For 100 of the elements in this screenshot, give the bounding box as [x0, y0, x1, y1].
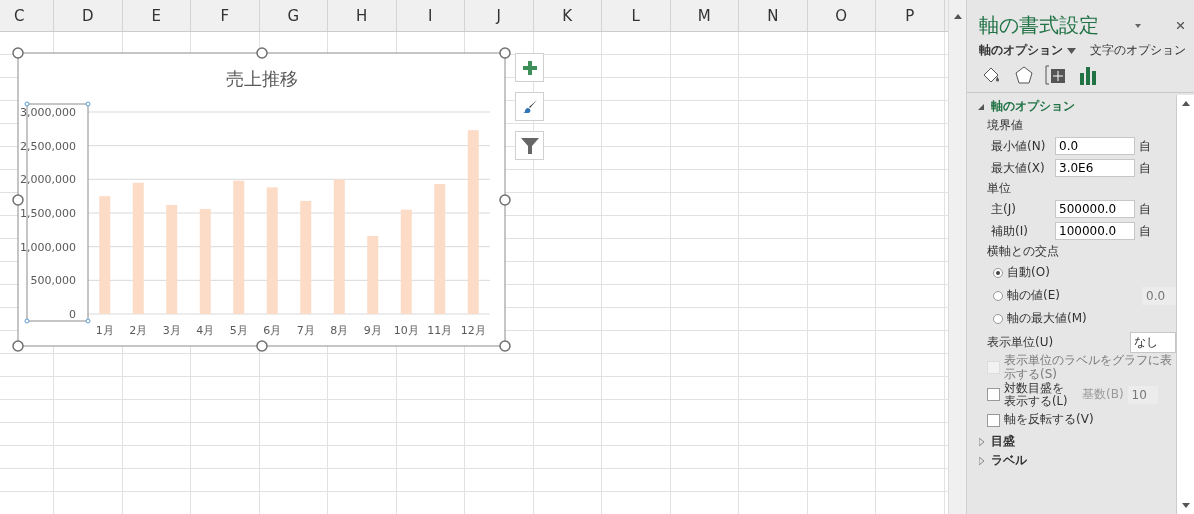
resize-handle[interactable]	[256, 340, 268, 352]
column-header[interactable]: L	[602, 0, 671, 31]
value-field[interactable]: 0.0	[1142, 286, 1176, 305]
resize-handle[interactable]	[499, 47, 511, 59]
axis-label: 5月	[229, 324, 248, 337]
value-field[interactable]: 10	[1127, 385, 1158, 404]
resize-handle[interactable]	[499, 194, 511, 206]
input-field[interactable]: 100000.0	[1055, 222, 1135, 240]
section-header[interactable]: 軸のオプション	[977, 97, 1176, 116]
field-label: 表示単位(U)	[987, 333, 1055, 351]
group-label: 単位	[986, 180, 1012, 197]
radio-label: 軸の値(E)	[1007, 287, 1061, 304]
column-header[interactable]: P	[876, 0, 945, 31]
field-label: 最小値(N)	[991, 137, 1047, 155]
axis-label: 1,500,000	[20, 207, 76, 220]
brush-icon	[521, 98, 538, 115]
section-header[interactable]: 目盛	[977, 432, 1176, 452]
axis-label: 12月	[460, 324, 486, 337]
chart-title: 売上推移	[226, 68, 298, 89]
axis-label: 3月	[162, 324, 181, 337]
radio-label: 軸の最大値(M)	[1007, 310, 1088, 327]
section-header[interactable]: ラベル	[977, 451, 1176, 471]
checkbox-label: 対数目盛を表示する(L)	[1004, 381, 1069, 409]
axis-label: 0	[69, 308, 76, 321]
resize-handle[interactable]	[256, 47, 268, 59]
axis-label: 3,000,000	[20, 106, 76, 119]
column-header[interactable]: I	[396, 0, 465, 31]
resize-handle[interactable]	[12, 340, 24, 352]
down-arrow-icon[interactable]	[1181, 503, 1190, 508]
column-header[interactable]: E	[122, 0, 191, 31]
collapsed-triangle-icon	[978, 456, 984, 465]
column-header[interactable]: G	[259, 0, 328, 31]
add-element-button[interactable]	[515, 53, 544, 82]
column-header[interactable]: K	[533, 0, 602, 31]
reset-button[interactable]: 自	[1139, 222, 1151, 240]
filter-icon	[520, 136, 539, 155]
checkbox-label: 表示単位のラベルをグラフに表示する(S)	[1004, 354, 1173, 382]
field-label: 主(J)	[991, 200, 1017, 218]
input-field[interactable]: 3.0E6	[1055, 159, 1135, 177]
radio-button[interactable]	[993, 267, 1003, 278]
up-arrow-icon	[953, 14, 962, 19]
size-icon	[1045, 65, 1067, 85]
resize-handle[interactable]	[12, 194, 24, 206]
checkbox-label: 軸を反転する(V)	[1004, 413, 1094, 427]
up-arrow-icon[interactable]	[1181, 101, 1190, 106]
caret-icon	[1067, 47, 1076, 54]
resize-handle[interactable]	[499, 340, 511, 352]
dropdown-field[interactable]: なし	[1130, 331, 1176, 353]
close-icon[interactable]	[1177, 22, 1184, 29]
axis-label: 10月	[393, 324, 419, 337]
column-header[interactable]: M	[670, 0, 739, 31]
reset-button[interactable]: 自	[1139, 137, 1151, 155]
axis-label: 500,000	[30, 274, 76, 288]
pane-title: 軸の書式設定	[979, 12, 1100, 39]
options-tab[interactable]: 文字のオプション	[1090, 43, 1186, 58]
axis-label: 2,000,000	[20, 173, 76, 187]
axis-label: 8月	[330, 324, 349, 337]
field-label: 基数(B)	[1082, 386, 1124, 404]
column-header[interactable]: D	[54, 0, 123, 31]
column-header[interactable]: H	[328, 0, 397, 31]
column-header[interactable]: C	[0, 0, 54, 31]
column-header[interactable]: J	[465, 0, 534, 31]
paint-bucket-icon	[982, 65, 1002, 85]
group-label: 境界値	[986, 117, 1024, 134]
field-label: 最大値(X)	[991, 159, 1046, 177]
radio-button[interactable]	[993, 313, 1003, 324]
caret-icon[interactable]	[1135, 23, 1141, 28]
checkbox[interactable]	[987, 388, 1000, 402]
axis-label: 7月	[296, 324, 315, 337]
collapsed-triangle-icon	[978, 437, 984, 446]
column-header[interactable]: F	[191, 0, 260, 31]
axis-label: 1月	[95, 324, 114, 337]
reset-button[interactable]: 自	[1139, 200, 1151, 218]
chart-filter-button[interactable]	[515, 131, 544, 160]
bar-chart-icon	[1078, 65, 1098, 85]
axis-label: 2,500,000	[20, 139, 76, 153]
axis-label: 6月	[263, 324, 282, 337]
vertical-scrollbar[interactable]	[948, 0, 966, 514]
chart-style-button[interactable]	[515, 92, 544, 121]
expanded-triangle-icon	[978, 103, 984, 110]
resize-handle[interactable]	[12, 47, 24, 59]
column-header[interactable]: N	[739, 0, 808, 31]
axis-label: 11月	[427, 324, 453, 337]
axis-label: 1,000,000	[20, 240, 76, 254]
vertical-scrollbar[interactable]	[1176, 95, 1194, 514]
input-field[interactable]: 0.0	[1055, 137, 1135, 155]
axis-label: 4月	[196, 324, 215, 337]
radio-button[interactable]	[993, 290, 1003, 301]
group-label: 横軸との交点	[986, 243, 1060, 260]
checkbox[interactable]	[987, 413, 1000, 427]
options-tab[interactable]: 軸のオプション	[979, 43, 1076, 58]
axis-label: 9月	[363, 324, 382, 337]
reset-button[interactable]: 自	[1139, 159, 1151, 177]
axis-label: 2月	[129, 324, 148, 337]
pentagon-icon	[1014, 65, 1034, 85]
column-header[interactable]: O	[807, 0, 876, 31]
radio-label: 自動(O)	[1007, 264, 1051, 281]
plus-icon	[522, 60, 537, 75]
field-label: 補助(I)	[991, 222, 1029, 240]
input-field[interactable]: 500000.0	[1055, 200, 1135, 218]
